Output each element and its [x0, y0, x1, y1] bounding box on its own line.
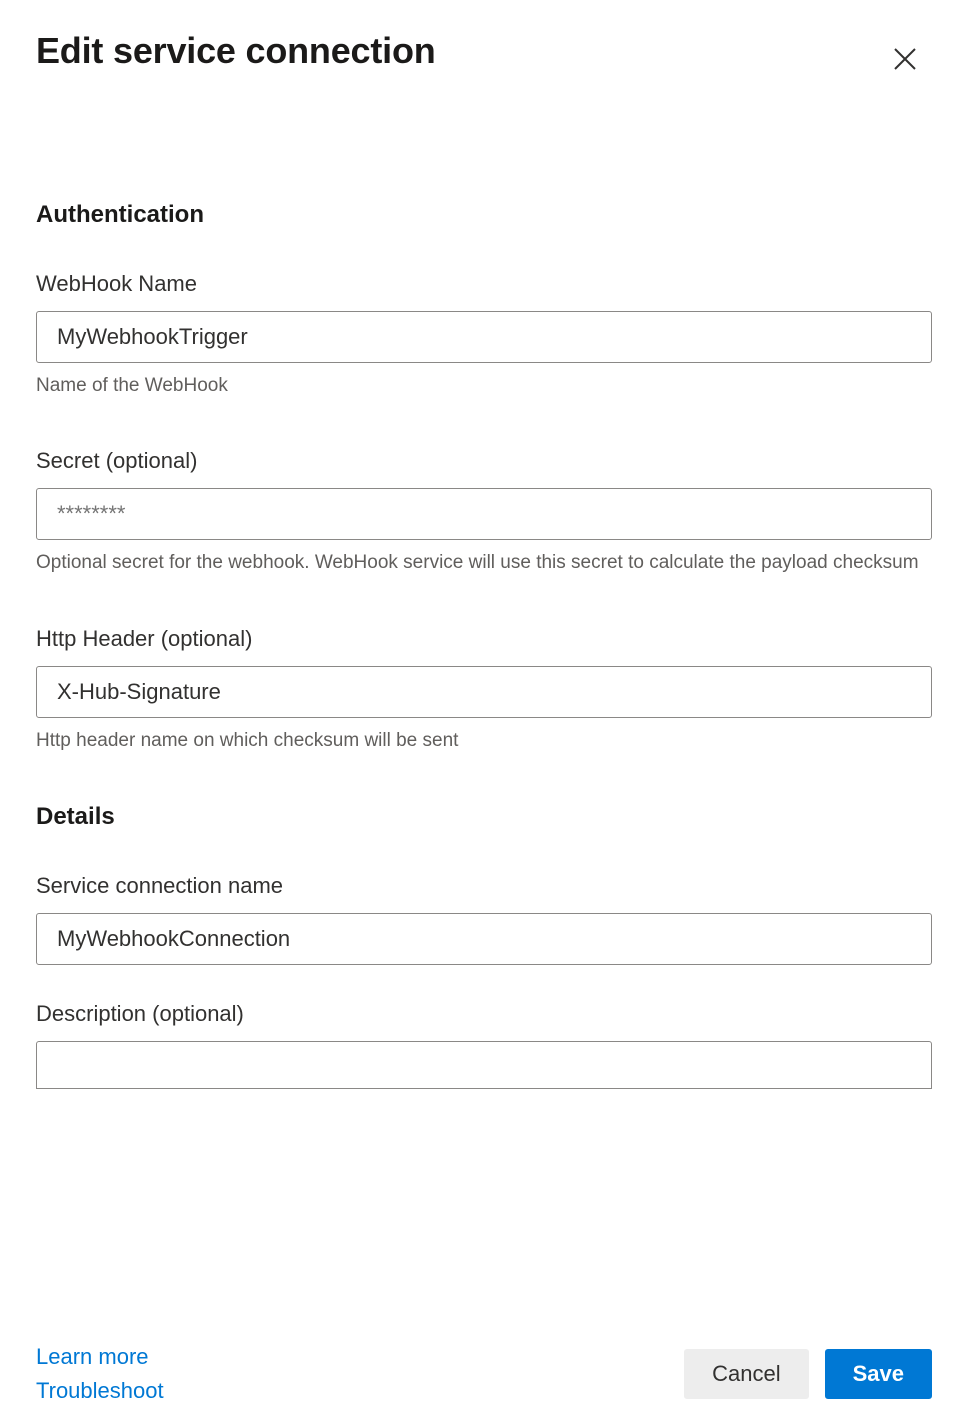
details-heading: Details	[36, 803, 932, 831]
close-icon	[890, 44, 920, 74]
authentication-heading: Authentication	[36, 201, 932, 229]
secret-input[interactable]	[36, 488, 932, 540]
description-input[interactable]	[36, 1041, 932, 1089]
webhook-name-group: WebHook Name Name of the WebHook	[36, 271, 932, 400]
authentication-section: Authentication WebHook Name Name of the …	[36, 201, 932, 755]
save-button[interactable]: Save	[825, 1349, 932, 1399]
description-group: Description (optional)	[36, 1001, 932, 1089]
footer-links: Learn more Troubleshoot	[36, 1344, 164, 1404]
description-label: Description (optional)	[36, 1001, 932, 1027]
http-header-help: Http header name on which checksum will …	[36, 726, 932, 755]
webhook-name-help: Name of the WebHook	[36, 371, 932, 400]
http-header-input[interactable]	[36, 666, 932, 718]
close-button[interactable]	[886, 40, 924, 81]
secret-help: Optional secret for the webhook. WebHook…	[36, 548, 932, 577]
panel-header: Edit service connection	[36, 30, 932, 81]
footer-buttons: Cancel Save	[684, 1349, 932, 1399]
http-header-group: Http Header (optional) Http header name …	[36, 626, 932, 755]
http-header-label: Http Header (optional)	[36, 626, 932, 652]
learn-more-link[interactable]: Learn more	[36, 1344, 164, 1370]
edit-service-connection-panel: Edit service connection Authentication W…	[0, 0, 968, 1412]
troubleshoot-link[interactable]: Troubleshoot	[36, 1378, 164, 1404]
secret-group: Secret (optional) Optional secret for th…	[36, 448, 932, 577]
webhook-name-label: WebHook Name	[36, 271, 932, 297]
panel-title: Edit service connection	[36, 30, 436, 72]
webhook-name-input[interactable]	[36, 311, 932, 363]
service-connection-name-group: Service connection name	[36, 873, 932, 965]
secret-label: Secret (optional)	[36, 448, 932, 474]
service-connection-name-input[interactable]	[36, 913, 932, 965]
panel-footer: Learn more Troubleshoot Cancel Save	[0, 1326, 968, 1412]
cancel-button[interactable]: Cancel	[684, 1349, 808, 1399]
service-connection-name-label: Service connection name	[36, 873, 932, 899]
panel-content: Authentication WebHook Name Name of the …	[36, 201, 932, 1412]
details-section: Details Service connection name Descript…	[36, 803, 932, 1089]
